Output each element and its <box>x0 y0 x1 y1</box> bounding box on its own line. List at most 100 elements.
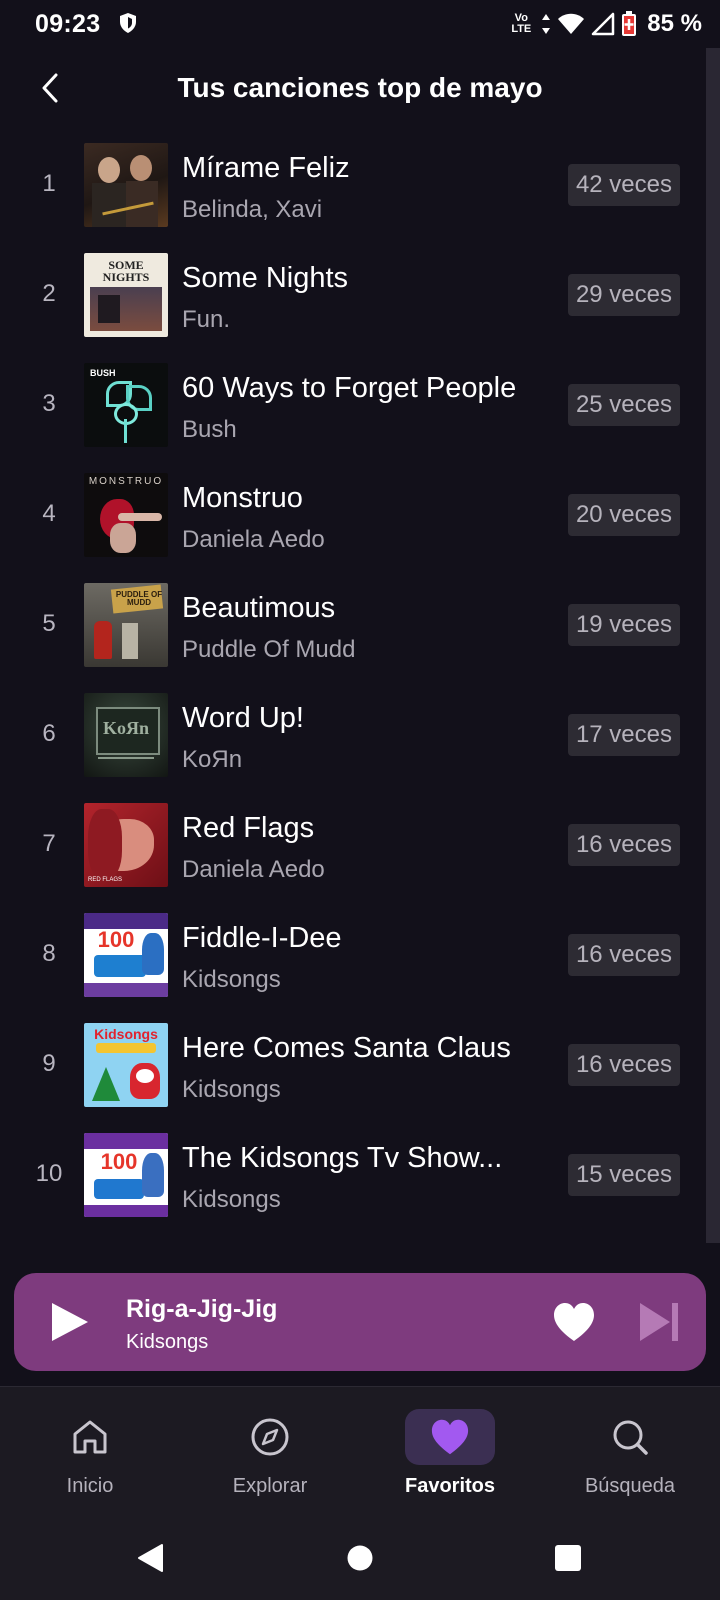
play-count-badge: 29 veces <box>567 274 680 316</box>
volte-icon: Vo LTE <box>511 12 532 35</box>
status-time: 09:23 <box>35 10 101 38</box>
nav-item-explorar[interactable]: Explorar <box>180 1387 360 1517</box>
song-title: The Kidsongs Tv Show... <box>182 1142 503 1174</box>
system-recents-button[interactable] <box>548 1538 588 1578</box>
now-playing-title: Rig-a-Jig-Jig <box>126 1295 278 1323</box>
song-title: Beautimous <box>182 592 336 624</box>
song-title: Fiddle-I-Dee <box>182 922 342 954</box>
play-count-badge: 17 veces <box>567 714 680 756</box>
song-row[interactable]: 5 PUDDLE OF MUDD Beautimous Puddle Of Mu… <box>0 582 700 692</box>
song-row[interactable]: 2 SOME NIGHTS Some Nights Fun. 29 veces <box>0 252 700 362</box>
nav-label: Inicio <box>66 1475 114 1497</box>
cover-text: MONSTRUO <box>88 476 164 487</box>
song-rank: 8 <box>42 940 56 967</box>
now-playing-artist: Kidsongs <box>126 1331 209 1353</box>
album-cover <box>84 143 168 227</box>
cover-text: SOME NIGHTS <box>102 258 150 284</box>
play-count-badge: 16 veces <box>567 1044 680 1086</box>
song-artist: Daniela Aedo <box>182 856 325 883</box>
song-row[interactable]: 4 MONSTRUO Monstruo Daniela Aedo 20 vece… <box>0 472 700 582</box>
nav-label: Favoritos <box>404 1475 496 1497</box>
song-rank: 1 <box>42 170 56 197</box>
song-rank: 7 <box>42 830 56 857</box>
battery-icon <box>622 11 637 36</box>
song-rank: 6 <box>42 720 56 747</box>
song-row[interactable]: 7 RED FLAGS Red Flags Daniela Aedo 16 ve… <box>0 802 700 912</box>
cover-text: KoЯn <box>102 718 149 738</box>
heart-icon[interactable] <box>552 1301 596 1343</box>
play-count-badge: 16 veces <box>567 824 680 866</box>
battery-percent: 85 % <box>647 10 702 37</box>
status-bar: 09:23 Vo LTE 85 % <box>0 0 720 48</box>
system-nav-bar <box>0 1516 720 1600</box>
back-triangle-icon <box>138 1544 163 1572</box>
song-row[interactable]: 10 100 The Kidsongs Tv Show... Kidsongs … <box>0 1132 700 1242</box>
song-title: Word Up! <box>182 702 304 734</box>
header: Tus canciones top de mayo <box>0 60 720 116</box>
song-artist: Kidsongs <box>182 1186 281 1213</box>
song-artist: Belinda, Xavi <box>182 196 323 223</box>
data-arrows-icon <box>542 14 551 34</box>
home-icon <box>73 1420 107 1454</box>
song-title: Mírame Feliz <box>182 152 350 184</box>
album-cover: KoЯn <box>84 693 168 777</box>
album-cover: MONSTRUO <box>84 473 168 557</box>
cover-text: PUDDLE OF MUDD <box>115 590 163 607</box>
scrollbar[interactable] <box>706 48 720 1243</box>
song-title: Monstruo <box>182 482 303 514</box>
song-row[interactable]: 3 BUSH 60 Ways to Forget People Bush 25 … <box>0 362 700 472</box>
heart-icon <box>431 1419 469 1455</box>
song-row[interactable]: 9 Kidsongs Here Comes Santa Claus Kidson… <box>0 1022 700 1132</box>
album-cover: BUSH <box>84 363 168 447</box>
home-circle-icon <box>347 1545 373 1571</box>
song-title: 60 Ways to Forget People <box>182 372 517 404</box>
play-count-badge: 16 veces <box>567 934 680 976</box>
song-artist: Kidsongs <box>182 966 281 993</box>
song-artist: KoЯn <box>182 746 243 773</box>
song-rank: 5 <box>42 610 56 637</box>
album-cover: 100 <box>84 913 168 997</box>
cover-text: 100 <box>100 1149 138 1174</box>
song-row[interactable]: 8 100 Fiddle-I-Dee Kidsongs 16 veces <box>0 912 700 1022</box>
song-row[interactable]: 6 KoЯn Word Up! KoЯn 17 veces <box>0 692 700 802</box>
play-count-badge: 42 veces <box>567 164 680 206</box>
song-artist: Fun. <box>182 306 231 333</box>
bottom-nav: Inicio Explorar Favoritos Búsqueda <box>0 1386 720 1517</box>
song-row[interactable]: 1 Mírame Feliz Belinda, Xavi 42 veces <box>0 142 700 252</box>
system-back-button[interactable] <box>130 1538 170 1578</box>
song-rank: 4 <box>42 500 56 527</box>
cover-text: Kidsongs <box>94 1026 158 1042</box>
album-cover: 100 <box>84 1133 168 1217</box>
skip-next-icon[interactable] <box>636 1299 682 1345</box>
play-count-badge: 25 veces <box>567 384 680 426</box>
nav-label: Explorar <box>232 1475 308 1497</box>
song-title: Here Comes Santa Claus <box>182 1032 511 1064</box>
cover-text: 100 <box>97 927 135 952</box>
nav-item-favoritos[interactable]: Favoritos <box>360 1387 540 1517</box>
nav-item-inicio[interactable]: Inicio <box>0 1387 180 1517</box>
compass-icon <box>251 1418 289 1456</box>
cell-signal-icon <box>592 12 615 36</box>
play-count-badge: 15 veces <box>567 1154 680 1196</box>
nav-item-busqueda[interactable]: Búsqueda <box>540 1387 720 1517</box>
mini-player[interactable]: Rig-a-Jig-Jig Kidsongs <box>14 1273 706 1371</box>
shield-icon <box>120 13 136 33</box>
album-cover: RED FLAGS <box>84 803 168 887</box>
recents-square-icon <box>555 1545 581 1571</box>
wifi-icon <box>558 13 585 34</box>
song-title: Some Nights <box>182 262 349 294</box>
album-cover: Kidsongs <box>84 1023 168 1107</box>
song-artist: Daniela Aedo <box>182 526 325 553</box>
play-count-badge: 19 veces <box>567 604 680 646</box>
song-title: Red Flags <box>182 812 315 844</box>
song-artist: Puddle Of Mudd <box>182 636 356 663</box>
song-rank: 2 <box>42 280 56 307</box>
song-artist: Kidsongs <box>182 1076 281 1103</box>
album-cover: PUDDLE OF MUDD <box>84 583 168 667</box>
page-title: Tus canciones top de mayo <box>177 72 543 103</box>
play-count-badge: 20 veces <box>567 494 680 536</box>
system-home-button[interactable] <box>340 1538 380 1578</box>
album-cover: SOME NIGHTS <box>84 253 168 337</box>
cover-text: RED FLAGS <box>88 877 123 883</box>
play-icon[interactable] <box>44 1297 94 1347</box>
